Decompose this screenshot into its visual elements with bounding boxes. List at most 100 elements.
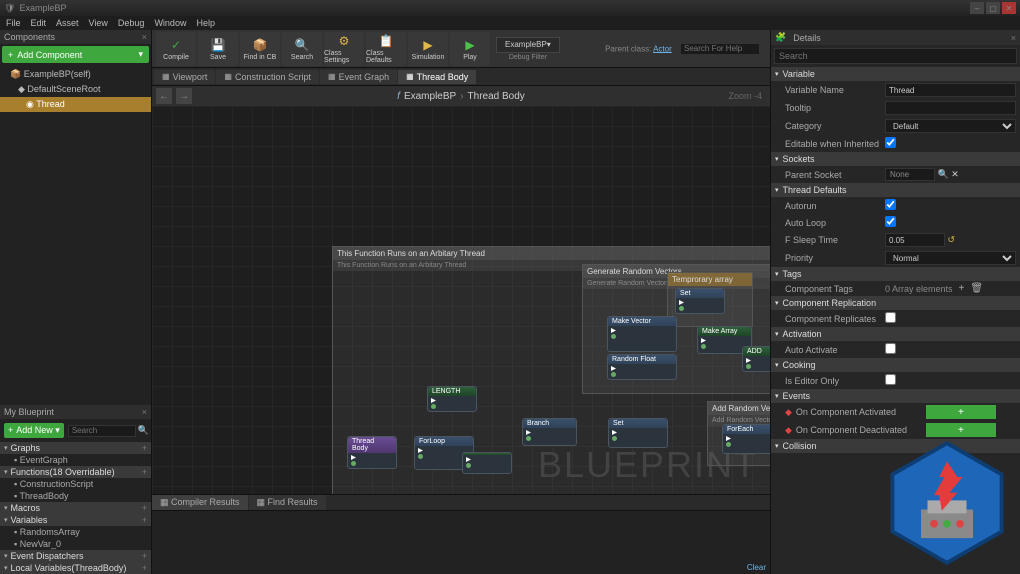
details-search[interactable] [774,48,1017,64]
editable-inherited-checkbox[interactable] [885,137,896,148]
section-activation[interactable]: Activation [771,327,1020,341]
close-button[interactable]: ✕ [1002,2,1016,14]
graph-canvas[interactable]: BLUEPRINT This Function Runs on an Arbit… [152,106,770,494]
section-thread-defaults[interactable]: Thread Defaults [771,183,1020,197]
autorun-checkbox[interactable] [885,199,896,210]
bottom-tab[interactable]: ▦ Compiler Results [152,495,248,510]
add-icon[interactable]: + [142,443,147,453]
add-icon[interactable]: + [142,563,147,573]
priority-select[interactable]: Normal [885,251,1016,265]
array-add-icon[interactable]: + [959,283,965,294]
section-variable[interactable]: Variable [771,67,1020,81]
clear-link[interactable]: Clear [747,563,766,572]
graph-node[interactable] [462,452,512,474]
menu-asset[interactable]: Asset [56,18,79,28]
add-icon[interactable]: + [142,503,147,513]
add-event-button[interactable]: + [926,405,996,419]
section-header[interactable]: Macros+ [0,502,151,514]
graph-node[interactable]: Branch [522,418,577,446]
section-item[interactable]: ▪ ThreadBody [0,490,151,502]
add-new-button[interactable]: Add New ▾ [4,423,64,438]
graph-node[interactable]: Random Float [607,354,677,380]
section-header[interactable]: Variables+ [0,514,151,526]
tree-item[interactable]: ◆ DefaultSceneRoot [0,82,151,97]
zoom-label: Zoom -4 [728,91,762,101]
search-button[interactable]: 🔍Search [282,32,322,66]
section-comp-replication[interactable]: Component Replication [771,296,1020,310]
graph-node[interactable]: Set [608,418,668,448]
maximize-button[interactable]: ▢ [986,2,1000,14]
menu-file[interactable]: File [6,18,21,28]
menu-help[interactable]: Help [196,18,215,28]
section-cooking[interactable]: Cooking [771,358,1020,372]
graph-tab[interactable]: ▦Viewport [154,70,215,84]
section-item[interactable]: ▪ ConstructionScript [0,478,151,490]
tree-item-selected[interactable]: ◉ Thread [0,97,151,112]
section-header[interactable]: Event Dispatchers+ [0,550,151,562]
category-select[interactable]: Default [885,119,1016,133]
add-event-button[interactable]: + [926,423,996,437]
section-item[interactable]: ▪ EventGraph [0,454,151,466]
section-sockets[interactable]: Sockets [771,152,1020,166]
section-item[interactable]: ▪ NewVar_0 [0,538,151,550]
section-events[interactable]: Events [771,389,1020,403]
close-panel-icon[interactable]: × [142,407,147,417]
replicates-checkbox[interactable] [885,312,896,323]
array-clear-icon[interactable]: 🗑 [970,283,983,294]
classdefaults-button[interactable]: 📋Class Defaults [366,32,406,66]
graph-node[interactable]: LENGTH [427,386,477,412]
autoloop-checkbox[interactable] [885,216,896,227]
clear-icon[interactable]: ✕ [951,169,959,179]
graph-tab[interactable]: ▦Thread Body [398,70,476,84]
search-icon[interactable]: 🔍 [138,425,149,436]
sleep-time-input[interactable] [885,233,945,247]
findincb-button[interactable]: 📦Find in CB [240,32,280,66]
classsettings-button[interactable]: ⚙Class Settings [324,32,364,66]
nav-fwd-button[interactable]: → [176,88,192,104]
autoactivate-checkbox[interactable] [885,343,896,354]
bottom-tab[interactable]: ▦ Find Results [249,495,326,510]
graph-node[interactable]: ForEach [722,424,770,454]
breadcrumb-root[interactable]: ExampleBP [404,91,456,102]
myblueprint-search[interactable] [68,425,136,437]
section-header[interactable]: Functions(18 Overridable)+ [0,466,151,478]
reset-icon[interactable]: ↺ [948,235,956,245]
graph-tab[interactable]: ▦Event Graph [320,70,397,84]
menu-window[interactable]: Window [154,18,186,28]
graph-node[interactable]: Make Vector [607,316,677,352]
editoronly-checkbox[interactable] [885,374,896,385]
menu-debug[interactable]: Debug [118,18,145,28]
add-component-button[interactable]: Add Component ▾ [2,46,149,63]
search-icon[interactable]: 🔍 [938,169,949,179]
section-header[interactable]: Local Variables(ThreadBody)+ [0,562,151,574]
breadcrumb-leaf[interactable]: Thread Body [468,91,525,102]
minimize-button[interactable]: – [970,2,984,14]
add-icon[interactable]: + [142,515,147,525]
add-icon[interactable]: + [142,551,147,561]
simulation-button[interactable]: ▶Simulation [408,32,448,66]
parent-class-link[interactable]: Actor [653,44,672,53]
tree-item[interactable]: 📦 ExampleBP(self) [0,67,151,82]
parent-socket-field[interactable]: None [885,168,935,181]
section-item[interactable]: ▪ RandomsArray [0,526,151,538]
menu-view[interactable]: View [89,18,108,28]
section-header[interactable]: Graphs+ [0,442,151,454]
debug-filter-dropdown[interactable]: ExampleBP ▾ [496,37,560,53]
variable-name-input[interactable] [885,83,1016,97]
menu-edit[interactable]: Edit [31,18,47,28]
compile-button[interactable]: ✓Compile [156,32,196,66]
help-search[interactable] [680,43,760,55]
graph-tab[interactable]: ▦Construction Script [216,70,319,84]
add-icon[interactable]: + [142,467,147,477]
nav-back-button[interactable]: ← [156,88,172,104]
graph-node[interactable]: Set [675,288,725,314]
save-button[interactable]: 💾Save [198,32,238,66]
graph-node[interactable]: ADD [742,346,770,372]
function-icon: f [397,91,400,102]
close-panel-icon[interactable]: × [1011,33,1016,43]
section-tags[interactable]: Tags [771,267,1020,281]
tooltip-input[interactable] [885,101,1016,115]
graph-node[interactable]: Thread Body [347,436,397,469]
close-panel-icon[interactable]: × [142,32,147,42]
play-button[interactable]: ▶Play [450,32,490,66]
